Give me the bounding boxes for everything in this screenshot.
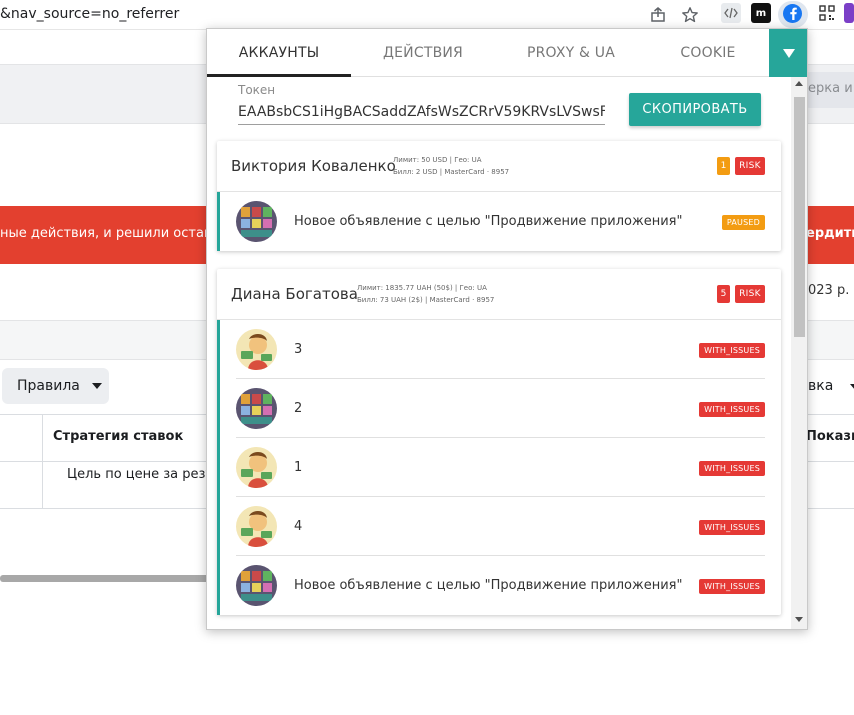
right-dropdown-label: вка	[808, 378, 834, 394]
slots-thumb	[236, 565, 277, 606]
code-extension-icon[interactable]	[721, 3, 741, 23]
caret-down-icon	[849, 384, 854, 390]
warning-banner-action[interactable]: ердить	[806, 226, 854, 241]
account-bill: Билл: 73 UAH (2$) | MasterCard · 8957	[357, 296, 495, 304]
ads-list: Новое объявление с целью "Продвижение пр…	[217, 192, 781, 251]
cartoon-thumb	[236, 447, 277, 488]
ad-row[interactable]: Новое объявление с целью "Продвижение пр…	[220, 556, 781, 615]
qr-extension-icon[interactable]	[817, 3, 837, 23]
column-header-impressions[interactable]: Показы	[806, 429, 854, 444]
ads-list: 3 WITH_ISSUES 2 WITH_ISSUES 1 WITH_ISSUE…	[217, 320, 781, 615]
copy-token-button[interactable]: СКОПИРОВАТЬ	[629, 93, 761, 126]
ad-name: 2	[294, 401, 303, 416]
browser-toolbar: &nav_source=no_referrer m	[0, 0, 854, 30]
ad-row[interactable]: Новое объявление с целью "Продвижение пр…	[220, 192, 781, 251]
popup-scroll-area: Токен СКОПИРОВАТЬ Виктория Коваленко Лим…	[207, 77, 807, 629]
cartoon-thumb	[236, 329, 277, 370]
tab-cookie[interactable]: COOKIE	[647, 29, 769, 77]
caret-down-icon	[91, 383, 102, 389]
menu-toggle-button[interactable]	[769, 29, 807, 77]
address-bar-text[interactable]: &nav_source=no_referrer	[0, 6, 179, 22]
account-limit: Лимит: 50 USD | Гео: UA	[393, 156, 482, 164]
risk-badge: RISK	[735, 157, 765, 175]
table-divider	[42, 414, 43, 508]
account-card: Диана Богатова Лимит: 1835.77 UAH (50$) …	[217, 269, 781, 615]
ad-status-badge: WITH_ISSUES	[699, 402, 765, 417]
scroll-up-arrow-icon[interactable]	[795, 81, 803, 86]
share-icon[interactable]	[647, 4, 669, 26]
slots-thumb	[236, 388, 277, 429]
search-placeholder: ерка и п	[808, 81, 854, 96]
popup-tabs: АККАУНТЫ ДЕЙСТВИЯ PROXY & UA COOKIE	[207, 29, 807, 77]
rules-dropdown-button[interactable]: Правила	[2, 368, 109, 404]
ad-name: 4	[294, 519, 303, 534]
risk-badge: RISK	[735, 285, 765, 303]
ad-status-badge: WITH_ISSUES	[699, 343, 765, 358]
ad-name: 1	[294, 460, 303, 475]
token-input[interactable]	[238, 99, 605, 125]
extension-popup: АККАУНТЫ ДЕЙСТВИЯ PROXY & UA COOKIE Токе…	[206, 28, 808, 630]
ad-status-badge: PAUSED	[721, 215, 765, 230]
account-meta: Лимит: 1835.77 UAH (50$) | Гео: UA Билл:…	[357, 282, 494, 306]
facebook-extension-icon[interactable]	[783, 4, 802, 23]
tab-accounts[interactable]: АККАУНТЫ	[207, 29, 351, 77]
token-label: Токен	[238, 83, 276, 97]
triangle-down-icon	[782, 48, 795, 58]
tab-actions[interactable]: ДЕЙСТВИЯ	[351, 29, 495, 77]
warning-banner-text: ные действия, и решили останов	[0, 226, 229, 241]
m-extension-label: m	[755, 7, 767, 19]
ad-name: 3	[294, 342, 303, 357]
ad-row[interactable]: 4 WITH_ISSUES	[220, 497, 781, 556]
screen: &nav_source=no_referrer m ерка и п ные д…	[0, 0, 854, 715]
m-extension-icon[interactable]: m	[751, 3, 771, 23]
tab-proxy-ua[interactable]: PROXY & UA	[495, 29, 647, 77]
ads-count-badge: 5	[717, 285, 730, 303]
account-bill: Билл: 2 USD | MasterCard · 8957	[393, 168, 510, 176]
ad-name: Новое объявление с целью "Продвижение пр…	[294, 578, 683, 593]
ad-row[interactable]: 3 WITH_ISSUES	[220, 320, 781, 379]
ad-name: Новое объявление с целью "Продвижение пр…	[294, 214, 683, 229]
rules-label: Правила	[17, 378, 80, 394]
account-card: Виктория Коваленко Лимит: 50 USD | Гео: …	[217, 141, 781, 251]
date-range-text[interactable]: 023 р. —	[808, 283, 854, 298]
ad-row[interactable]: 1 WITH_ISSUES	[220, 438, 781, 497]
ad-status-badge: WITH_ISSUES	[699, 520, 765, 535]
horizontal-scrollbar[interactable]	[0, 575, 210, 582]
account-header[interactable]: Виктория Коваленко Лимит: 50 USD | Гео: …	[217, 141, 781, 192]
ad-status-badge: WITH_ISSUES	[699, 461, 765, 476]
account-limit: Лимит: 1835.77 UAH (50$) | Гео: UA	[357, 284, 487, 292]
column-header-strategy[interactable]: Стратегия ставок	[53, 429, 183, 444]
popup-scrollbar-thumb[interactable]	[794, 97, 805, 337]
puzzle-extension-icon[interactable]	[844, 3, 854, 23]
ad-row[interactable]: 2 WITH_ISSUES	[220, 379, 781, 438]
star-icon[interactable]	[679, 4, 701, 26]
account-meta: Лимит: 50 USD | Гео: UA Билл: 2 USD | Ma…	[393, 154, 509, 178]
table-cell-strategy: Цель по цене за резул	[67, 467, 222, 482]
cartoon-thumb	[236, 506, 277, 547]
account-name: Виктория Коваленко	[231, 157, 396, 175]
slots-thumb	[236, 201, 277, 242]
account-name: Диана Богатова	[231, 285, 358, 303]
right-dropdown[interactable]: вка	[808, 378, 854, 394]
ads-count-badge: 1	[717, 157, 730, 175]
account-header[interactable]: Диана Богатова Лимит: 1835.77 UAH (50$) …	[217, 269, 781, 320]
ad-status-badge: WITH_ISSUES	[699, 579, 765, 594]
scroll-down-arrow-icon[interactable]	[795, 617, 803, 622]
